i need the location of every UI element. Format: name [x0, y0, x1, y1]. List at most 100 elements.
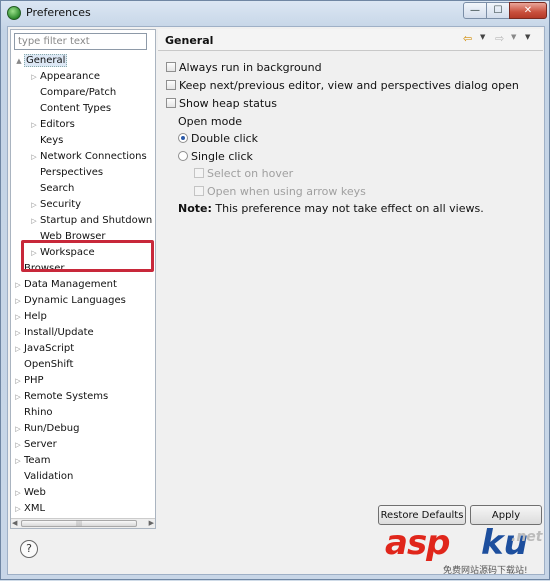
- forward-dropdown-icon[interactable]: ▼: [511, 33, 516, 41]
- tree-item[interactable]: ▷ XML: [13, 501, 46, 517]
- back-dropdown-icon[interactable]: ▼: [480, 33, 485, 41]
- watermark-logo: asp ku .net 免费网站源码下载站!: [383, 523, 550, 581]
- expand-arrow-icon[interactable]: ▷: [13, 309, 23, 325]
- double-click-label: Double click: [191, 132, 259, 145]
- tree-item[interactable]: Content Types: [29, 101, 112, 117]
- double-click-radio[interactable]: [178, 133, 188, 143]
- tree-horizontal-scrollbar[interactable]: ◀ ||| ▶: [11, 518, 155, 528]
- single-click-option[interactable]: Single click: [178, 150, 253, 163]
- tree-item[interactable]: ▷ Team: [13, 453, 51, 469]
- close-button[interactable]: ✕: [509, 2, 547, 19]
- run-in-background-option[interactable]: Always run in background: [166, 61, 322, 74]
- tree-item-label: Startup and Shutdown: [40, 215, 153, 226]
- expand-arrow-icon[interactable]: ▷: [13, 341, 23, 357]
- general-page: General ⇦ ▼ ⇨ ▼ ▼ Always run in backgrou…: [158, 29, 543, 529]
- tree-item[interactable]: ▷ Security: [29, 197, 82, 213]
- double-click-option[interactable]: Double click: [178, 132, 258, 145]
- tree-item[interactable]: Perspectives: [29, 165, 104, 181]
- preference-tree-pane: ▲General▷AppearanceCompare/PatchContent …: [10, 29, 156, 529]
- maximize-button[interactable]: ☐: [486, 2, 510, 19]
- preference-tree: ▲ General ▷ Appearance Compare/Patch Content …: [11, 53, 155, 518]
- expand-arrow-icon[interactable]: ▷: [29, 117, 39, 133]
- expand-arrow-icon[interactable]: ▷: [13, 389, 23, 405]
- tree-item[interactable]: ▷ Server: [13, 437, 58, 453]
- expand-arrow-icon[interactable]: ▷: [13, 421, 23, 437]
- expand-arrow-icon[interactable]: ▷: [13, 293, 23, 309]
- tree-item[interactable]: ▷ Web: [13, 485, 47, 501]
- show-heap-status-checkbox[interactable]: [166, 98, 176, 108]
- tree-item[interactable]: Validation: [13, 469, 74, 485]
- expanded-arrow-icon[interactable]: ▲: [14, 53, 24, 69]
- run-in-background-checkbox[interactable]: [166, 62, 176, 72]
- watermark-subtitle: 免费网站源码下载站!: [443, 566, 528, 576]
- tree-item[interactable]: ▷ PHP: [13, 373, 45, 389]
- expand-arrow-icon[interactable]: ▷: [29, 69, 39, 85]
- tree-item[interactable]: ▷ Dynamic Languages: [13, 293, 127, 309]
- scroll-right-icon[interactable]: ▶: [149, 519, 154, 528]
- tree-item[interactable]: ▷ JavaScript: [13, 341, 75, 357]
- tree-item[interactable]: Rhino: [13, 405, 54, 421]
- show-heap-status-option[interactable]: Show heap status: [166, 97, 277, 110]
- tree-item-label: Dynamic Languages: [24, 295, 126, 306]
- restore-defaults-button[interactable]: Restore Defaults: [378, 505, 466, 525]
- apply-button[interactable]: Apply: [470, 505, 542, 525]
- tree-item[interactable]: Keys: [29, 133, 64, 149]
- tree-item[interactable]: ▷ Appearance: [29, 69, 101, 85]
- tree-item-label: Validation: [24, 471, 74, 482]
- tree-item[interactable]: ▲ General: [14, 53, 68, 69]
- window-title: Preferences: [26, 6, 91, 19]
- keep-dialog-open-checkbox[interactable]: [166, 80, 176, 90]
- view-menu-icon[interactable]: ▼: [525, 33, 530, 41]
- keep-dialog-open-label: Keep next/previous editor, view and pers…: [179, 79, 519, 92]
- minimize-button[interactable]: —: [463, 2, 487, 19]
- tree-item[interactable]: ▷ Startup and Shutdown: [29, 213, 153, 229]
- note-label: Note:: [178, 202, 212, 215]
- tree-item-label: Security: [40, 199, 82, 210]
- tree-item-label: Data Management: [24, 279, 117, 290]
- tree-item[interactable]: Compare/Patch: [29, 85, 117, 101]
- expand-arrow-icon[interactable]: ▷: [29, 213, 39, 229]
- watermark-brand-red: asp: [385, 523, 451, 563]
- tree-item[interactable]: ▷ Run/Debug: [13, 421, 80, 437]
- tree-item-label: Server: [24, 439, 57, 450]
- expand-arrow-icon[interactable]: ▷: [29, 149, 39, 165]
- forward-arrow-icon[interactable]: ⇨: [495, 32, 504, 45]
- filter-input[interactable]: [14, 33, 147, 50]
- tree-item-label: Appearance: [40, 71, 101, 82]
- run-in-background-label: Always run in background: [179, 61, 322, 74]
- show-heap-status-label: Show heap status: [179, 97, 277, 110]
- keep-dialog-open-option[interactable]: Keep next/previous editor, view and pers…: [166, 79, 519, 92]
- note-text: Note: This preference may not take effec…: [178, 202, 484, 215]
- tree-item[interactable]: ▷ Editors: [29, 117, 76, 133]
- tree-item[interactable]: OpenShift: [13, 357, 74, 373]
- tree-item-label: XML: [24, 503, 46, 514]
- tree-item[interactable]: ▷ Data Management: [13, 277, 118, 293]
- expand-arrow-icon[interactable]: ▷: [13, 277, 23, 293]
- tree-item[interactable]: ▷ Install/Update: [13, 325, 95, 341]
- expand-arrow-icon[interactable]: ▷: [13, 437, 23, 453]
- single-click-radio[interactable]: [178, 151, 188, 161]
- title-bar[interactable]: Preferences — ☐ ✕: [1, 1, 549, 25]
- workspace-highlight-box: [21, 240, 154, 272]
- tree-item[interactable]: ▷ Help: [13, 309, 48, 325]
- expand-arrow-icon[interactable]: ▷: [13, 373, 23, 389]
- expand-arrow-icon[interactable]: ▷: [13, 485, 23, 501]
- expand-arrow-icon[interactable]: ▷: [13, 453, 23, 469]
- help-icon[interactable]: ?: [20, 540, 38, 558]
- tree-item-label: Team: [24, 455, 51, 466]
- back-arrow-icon[interactable]: ⇦: [463, 32, 472, 45]
- expand-arrow-icon[interactable]: ▷: [29, 197, 39, 213]
- scroll-thumb[interactable]: |||: [21, 520, 137, 527]
- tree-item-label: Run/Debug: [24, 423, 80, 434]
- open-arrow-keys-label: Open when using arrow keys: [207, 185, 366, 198]
- tree-item[interactable]: Search: [29, 181, 75, 197]
- tree-item[interactable]: ▷ Remote Systems: [13, 389, 109, 405]
- expand-arrow-icon[interactable]: ▷: [13, 325, 23, 341]
- single-click-label: Single click: [191, 150, 253, 163]
- open-mode-heading: Open mode: [178, 115, 243, 128]
- page-header: General ⇦ ▼ ⇨ ▼ ▼: [158, 29, 543, 51]
- expand-arrow-icon[interactable]: ▷: [13, 501, 23, 517]
- scroll-left-icon[interactable]: ◀: [12, 519, 17, 528]
- tree-item-label: Remote Systems: [24, 391, 109, 402]
- tree-item[interactable]: ▷ Network Connections: [29, 149, 148, 165]
